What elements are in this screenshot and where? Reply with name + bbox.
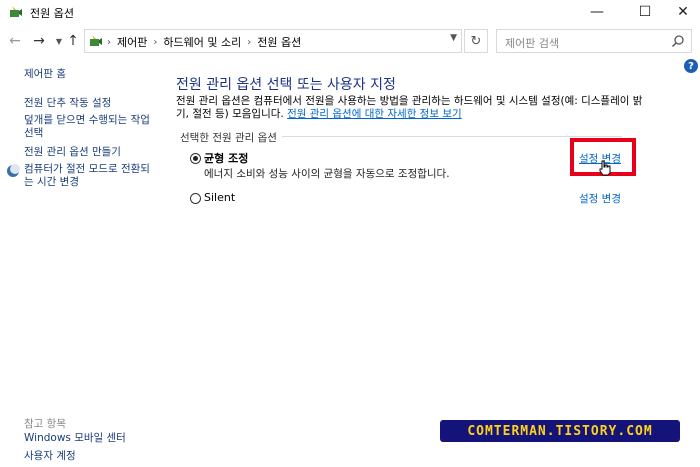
- plan-silent-name[interactable]: Silent: [204, 191, 235, 204]
- back-arrow-icon[interactable]: ←: [6, 31, 24, 51]
- plan-balanced-description: 에너지 소비와 성능 사이의 균형을 자동으로 조정합니다.: [204, 168, 450, 180]
- sidebar: 제어판 홈 전원 단추 작동 설정 덮개를 닫으면 수행되는 작업 선택 전원 …: [0, 60, 160, 467]
- help-icon[interactable]: ?: [684, 59, 698, 73]
- address-row: ← → ▼ ↑ › 제어판 › 하드웨어 및 소리 › 전원 옵션 ▼ ↻ 제어…: [0, 26, 700, 56]
- refresh-icon[interactable]: ↻: [464, 29, 488, 53]
- sidebar-item-sleep-time[interactable]: 컴퓨터가 절전 모드로 전환되 는 시간 변경: [24, 163, 150, 189]
- plan-balanced-radio[interactable]: [190, 153, 201, 164]
- breadcrumb-control-panel[interactable]: 제어판: [117, 34, 147, 50]
- sidebar-item-mobility-center[interactable]: Windows 모바일 센터: [24, 432, 126, 445]
- close-button[interactable]: ✕: [664, 0, 700, 24]
- see-also-heading: 참고 항목: [24, 418, 66, 430]
- sidebar-item-power-button[interactable]: 전원 단추 작동 설정: [24, 97, 111, 110]
- chevron-down-icon[interactable]: ▼: [450, 33, 457, 43]
- title-bar: 전원 옵션 — ☐ ✕: [0, 0, 700, 24]
- search-placeholder: 제어판 검색: [505, 37, 560, 50]
- plan-silent-radio[interactable]: [190, 193, 201, 204]
- chevron-right-icon: ›: [107, 36, 111, 48]
- window-title: 전원 옵션: [30, 7, 74, 20]
- group-divider: [282, 136, 622, 137]
- more-info-link[interactable]: 전원 관리 옵션에 대한 자세한 정보 보기: [287, 108, 462, 120]
- selected-plan-group-label: 선택한 전원 관리 옵션: [180, 132, 277, 144]
- forward-arrow-icon[interactable]: →: [30, 31, 48, 51]
- hand-cursor-icon: [599, 160, 611, 176]
- power-options-icon: [10, 6, 22, 17]
- up-arrow-icon[interactable]: ↑: [64, 31, 82, 51]
- page-description: 전원 관리 옵션은 컴퓨터에서 전원을 사용하는 방법을 관리하는 하드웨어 및…: [176, 95, 646, 121]
- watermark: COMTERMAN.TISTORY.COM: [440, 420, 680, 442]
- search-input[interactable]: 제어판 검색: [496, 29, 692, 53]
- sidebar-item-user-accounts[interactable]: 사용자 계정: [24, 450, 76, 463]
- sidebar-item-lid-close[interactable]: 덮개를 닫으면 수행되는 작업 선택: [24, 114, 150, 140]
- page-title: 전원 관리 옵션 선택 또는 사용자 지정: [176, 77, 396, 93]
- search-icon[interactable]: [671, 34, 685, 48]
- minimize-button[interactable]: —: [578, 0, 616, 24]
- sidebar-item-create-plan[interactable]: 전원 관리 옵션 만들기: [24, 146, 121, 159]
- sleep-moon-icon: [7, 164, 20, 177]
- plan-balanced-name[interactable]: 균형 조정: [204, 150, 248, 166]
- control-panel-icon: [90, 35, 102, 46]
- breadcrumb-hardware-sound[interactable]: 하드웨어 및 소리: [163, 34, 241, 50]
- chevron-right-icon[interactable]: ›: [153, 37, 157, 48]
- address-bar[interactable]: › 제어판 › 하드웨어 및 소리 › 전원 옵션 ▼: [84, 29, 462, 53]
- plan-silent-change-link[interactable]: 설정 변경: [579, 191, 621, 206]
- sidebar-item-control-panel-home[interactable]: 제어판 홈: [24, 68, 66, 81]
- chevron-right-icon[interactable]: ›: [247, 37, 251, 48]
- maximize-button[interactable]: ☐: [626, 0, 664, 24]
- breadcrumb: › 제어판 › 하드웨어 및 소리 › 전원 옵션: [107, 34, 301, 50]
- breadcrumb-power-options[interactable]: 전원 옵션: [257, 34, 301, 50]
